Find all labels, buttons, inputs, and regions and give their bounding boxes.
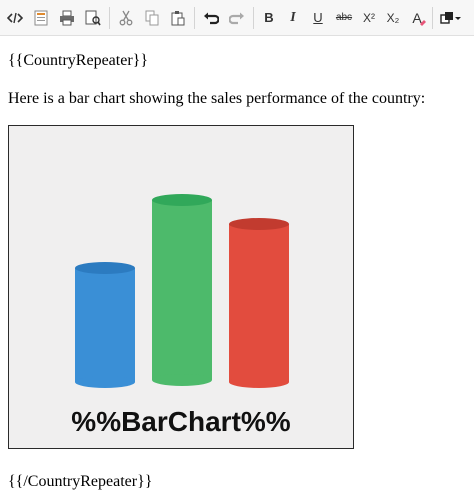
undo-icon <box>204 12 219 24</box>
strikethrough-button[interactable]: abc <box>331 4 357 32</box>
undo-button[interactable] <box>198 4 224 32</box>
toolbar-separator <box>432 6 433 29</box>
copy-icon <box>145 10 159 25</box>
barchart-placeholder-image[interactable]: %%BarChart%% <box>8 125 354 449</box>
bar-chart-illustration <box>75 194 289 388</box>
subscript-button[interactable]: X₂ <box>381 4 405 32</box>
subscript-icon: X₂ <box>386 10 400 25</box>
editor-toolbar: B I U abc X² X₂ A <box>0 0 474 36</box>
underline-icon: U <box>313 10 323 25</box>
print-icon <box>60 10 74 25</box>
repeater-end-tag: {{/CountryRepeater}} <box>8 473 153 490</box>
template-button[interactable] <box>28 4 54 32</box>
superscript-icon: X² <box>363 10 375 25</box>
preview-icon <box>85 10 101 25</box>
toolbar-separator <box>253 6 254 29</box>
toolbar-separator <box>109 6 110 29</box>
italic-button[interactable]: I <box>281 4 305 32</box>
editor-content[interactable]: {{CountryRepeater}} Here is a bar chart … <box>0 36 474 496</box>
paste-icon <box>171 10 185 25</box>
preview-button[interactable] <box>80 4 106 32</box>
strikethrough-icon: abc <box>335 11 353 23</box>
redo-icon <box>229 12 244 24</box>
blue-cylinder-icon <box>75 262 135 388</box>
italic-icon: I <box>290 9 296 25</box>
intro-paragraph: Here is a bar chart showing the sales pe… <box>8 90 426 107</box>
superscript-button[interactable]: X² <box>357 4 381 32</box>
red-cylinder-icon <box>229 218 289 388</box>
green-cylinder-icon <box>152 194 212 386</box>
underline-button[interactable]: U <box>305 4 331 32</box>
bold-button[interactable]: B <box>257 4 281 32</box>
eraser-icon <box>420 19 426 26</box>
code-icon <box>7 12 23 23</box>
print-button[interactable] <box>54 4 80 32</box>
more-button[interactable] <box>436 4 466 32</box>
more-icon <box>440 11 461 24</box>
cut-button[interactable] <box>113 4 139 32</box>
paste-button[interactable] <box>165 4 191 32</box>
source-code-button[interactable] <box>2 4 28 32</box>
repeater-start-tag: {{CountryRepeater}} <box>8 52 149 69</box>
bold-icon: B <box>264 10 274 25</box>
copy-button[interactable] <box>139 4 165 32</box>
clear-format-button[interactable]: A <box>405 4 429 32</box>
redo-button[interactable] <box>224 4 250 32</box>
toolbar-separator <box>194 6 195 29</box>
template-icon <box>34 10 48 25</box>
barchart-placeholder-label: %%BarChart%% <box>71 406 291 437</box>
scissors-icon <box>119 10 133 25</box>
